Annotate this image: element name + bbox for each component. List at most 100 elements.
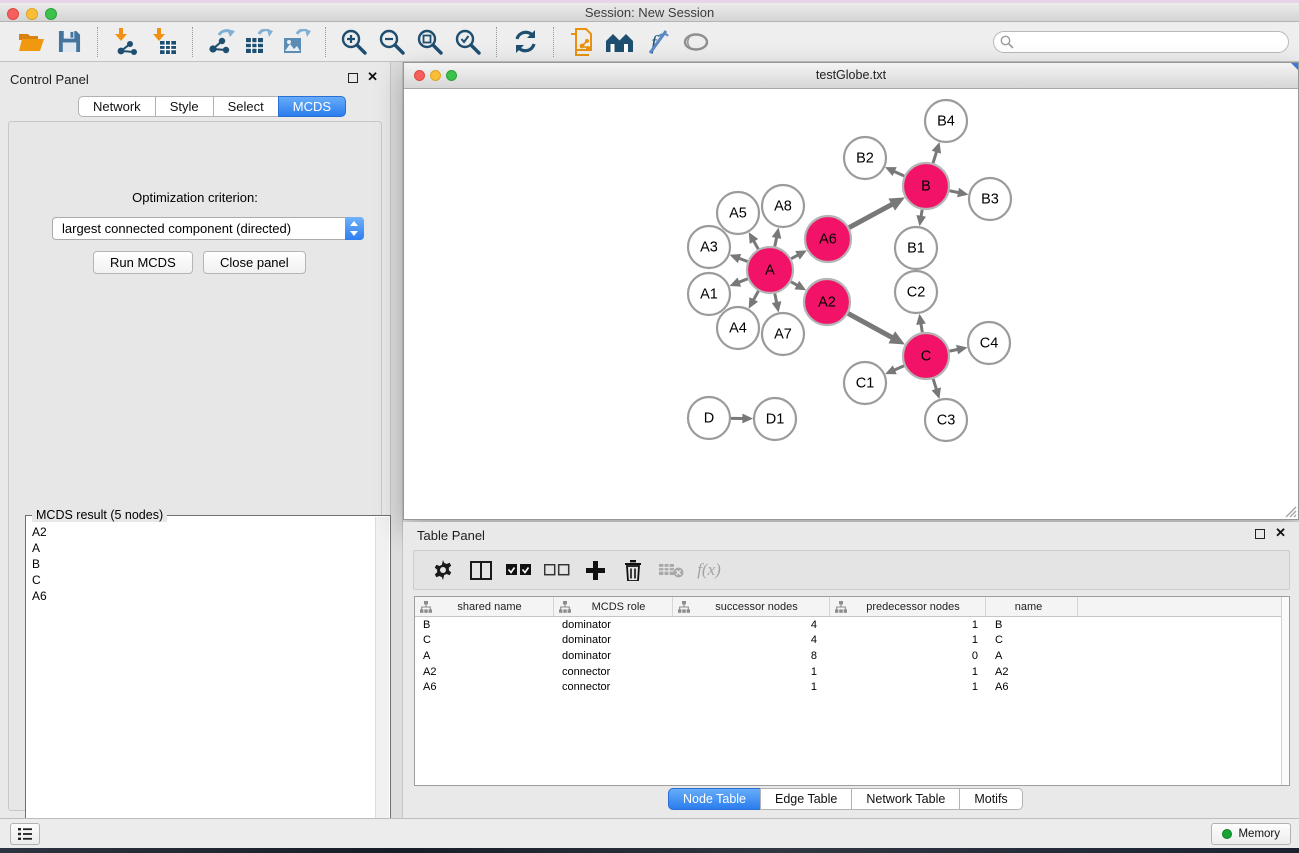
trash-icon [624,560,642,581]
tab-node-table[interactable]: Node Table [668,788,761,810]
table-row[interactable]: A6connector11A6 [415,679,1289,695]
graph-edge[interactable] [775,237,777,247]
search-input[interactable] [1014,33,1288,51]
table-cell: 1 [830,619,986,631]
table-cell: C [986,634,1078,646]
close-panel-button[interactable]: ✕ [367,72,378,82]
graph-edge-arrowhead [932,387,941,399]
add-column-button[interactable] [580,555,610,585]
column-header-shared-name[interactable]: shared name [415,597,554,616]
export-network-button[interactable] [204,26,238,58]
show-graphics-details-button[interactable] [679,26,713,58]
tab-network-table[interactable]: Network Table [851,788,960,810]
tab-edge-table[interactable]: Edge Table [760,788,852,810]
home-button[interactable] [603,26,637,58]
close-panel-button-mcds[interactable]: Close panel [203,251,306,274]
status-bar: Memory [0,818,1299,848]
delete-columns-button[interactable] [618,555,648,585]
table-scrollbar[interactable] [1281,597,1289,785]
network-canvas[interactable]: A5A8A3A1A4A7AA6A2B2B4BB3B1C2CC4C1C3DD1 [404,89,1298,519]
task-history-button[interactable] [10,823,40,845]
column-header-name[interactable]: name [986,597,1078,616]
graph-edge[interactable] [933,379,936,390]
graph-edge[interactable] [848,313,893,337]
panel-divider[interactable] [390,62,403,818]
delete-table-button[interactable] [656,555,686,585]
mcds-result-item[interactable]: A [28,540,374,556]
graph-edge-arrowhead [957,188,968,198]
function-builder-button[interactable]: f(x) [694,555,724,585]
window-corner-marker [1291,63,1298,70]
column-header-mcds-role[interactable]: MCDS role [554,597,673,616]
refresh-button[interactable] [508,26,542,58]
float-panel-button[interactable] [348,72,358,86]
graph-edge[interactable] [791,282,798,286]
import-table-button[interactable] [147,26,181,58]
graph-edge[interactable] [849,204,892,228]
open-session-button[interactable] [14,26,48,58]
deselect-all-rows-button[interactable] [542,555,572,585]
graph-edge[interactable] [753,241,758,250]
graph-edge[interactable] [950,191,960,193]
network-from-file-button[interactable] [565,26,599,58]
float-icon [1255,529,1265,539]
tab-mcds[interactable]: MCDS [278,96,346,117]
save-session-button[interactable] [52,26,86,58]
mcds-result-item[interactable]: C [28,572,374,588]
export-table-button[interactable] [242,26,276,58]
run-mcds-button[interactable]: Run MCDS [93,251,193,274]
graph-edge[interactable] [921,323,922,332]
tab-select[interactable]: Select [213,96,279,117]
zoom-selected-button[interactable] [451,26,485,58]
network-window-title: testGlobe.txt [404,68,1298,82]
graph-edge[interactable] [933,151,937,163]
zoom-in-button[interactable] [337,26,371,58]
network-window-titlebar[interactable]: testGlobe.txt [404,63,1298,89]
table-row[interactable]: Cdominator41C [415,633,1289,649]
tab-motifs[interactable]: Motifs [959,788,1022,810]
mcds-result-item[interactable]: A6 [28,588,374,604]
checked-boxes-icon [506,564,532,576]
two-column-view-button[interactable] [466,555,496,585]
table-settings-button[interactable] [428,555,458,585]
criterion-dropdown[interactable]: largest connected component (directed) [52,217,364,240]
graph-edge[interactable] [791,255,798,259]
column-header-predecessor-nodes[interactable]: predecessor nodes [830,597,986,616]
column-header-successor-nodes[interactable]: successor nodes [673,597,830,616]
mcds-result-item[interactable]: A2 [28,524,374,540]
table-row[interactable]: Bdominator41B [415,617,1289,633]
graph-edge[interactable] [894,366,904,370]
graph-edge[interactable] [753,291,758,300]
tab-style[interactable]: Style [155,96,214,117]
delete-table-icon [659,563,684,578]
graph-edge[interactable] [738,279,747,283]
mcds-result-item[interactable]: B [28,556,374,572]
graph-edge-arrowhead [932,142,941,154]
table-cell: 8 [673,650,830,662]
import-network-button[interactable] [109,26,143,58]
graph-edge[interactable] [894,171,904,176]
node-table: shared name MCDS role successor nodes pr… [414,596,1290,786]
select-all-rows-button[interactable] [504,555,534,585]
table-row[interactable]: A2connector11A2 [415,664,1289,680]
resize-grip[interactable] [1284,505,1297,518]
hide-graphics-details-button[interactable]: f [641,26,675,58]
tab-network[interactable]: Network [78,96,156,117]
graph-edge[interactable] [775,294,777,304]
graph-edge[interactable] [739,258,748,261]
refresh-icon [513,29,538,54]
table-float-button[interactable] [1255,528,1265,542]
mcds-result-scrollbar[interactable] [375,517,389,853]
export-image-button[interactable] [280,26,314,58]
zoom-fit-button[interactable] [413,26,447,58]
memory-button[interactable]: Memory [1211,823,1291,845]
app-titlebar: Session: New Session [0,3,1299,22]
graph-edge[interactable] [921,210,922,217]
zoom-out-button[interactable] [375,26,409,58]
table-cell: dominator [554,650,673,662]
memory-status-icon [1222,829,1232,839]
graph-edge[interactable] [950,349,959,351]
table-row[interactable]: Adominator80A [415,648,1289,664]
dropdown-stepper-icon [345,217,364,240]
table-close-button[interactable]: ✕ [1275,528,1286,538]
